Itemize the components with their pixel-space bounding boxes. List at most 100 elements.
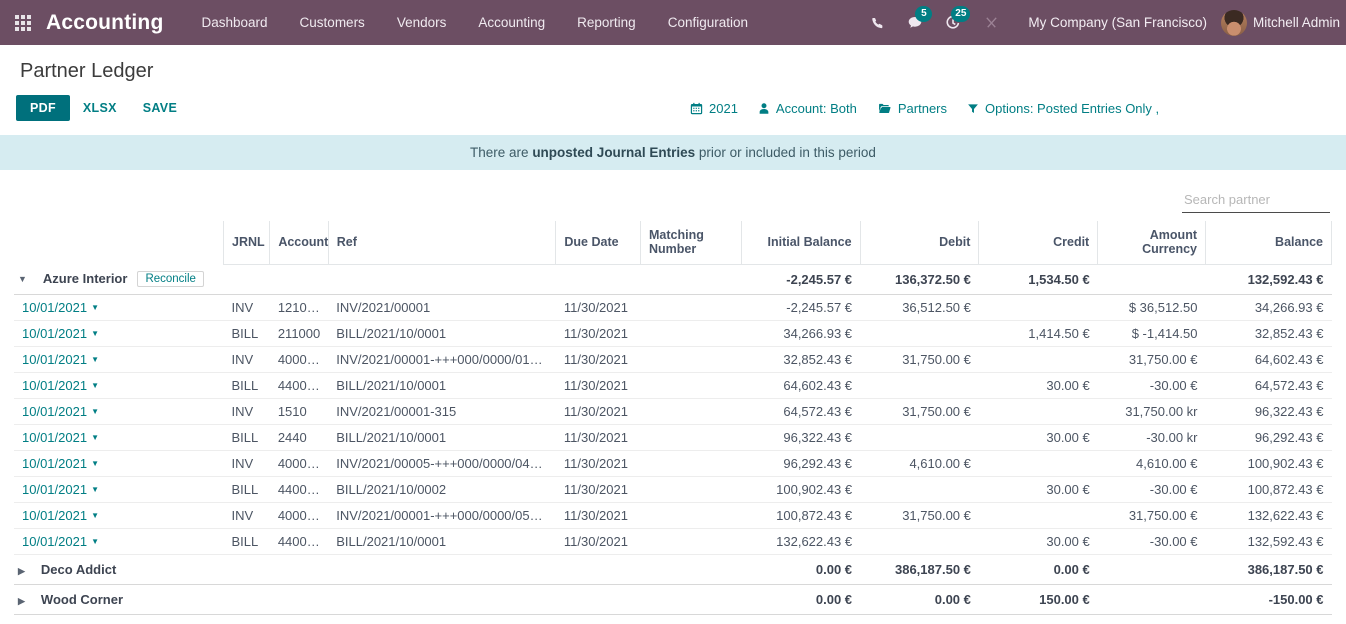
partner-name-cell[interactable]: ▶Wood Corner	[14, 585, 224, 615]
row-account: 440000	[270, 373, 328, 399]
reconcile-button[interactable]: Reconcile	[137, 271, 204, 287]
th-balance: Balance	[1206, 221, 1332, 264]
chevron-right-icon[interactable]: ▶	[18, 567, 25, 576]
move-line-date[interactable]: 10/01/2021	[22, 482, 87, 497]
partner-name-cell[interactable]: ▼Azure InteriorReconcile	[14, 264, 224, 295]
row-debit	[860, 529, 979, 555]
partner-group-row[interactable]: ▶Deco Addict0.00 €386,187.50 €0.00 €386,…	[14, 555, 1332, 585]
table-row[interactable]: 10/01/2021▼INV400000INV/2021/00001-+++00…	[14, 347, 1332, 373]
chevron-down-icon[interactable]: ▼	[91, 355, 99, 364]
table-row[interactable]: 10/01/2021▼BILL211000BILL/2021/10/000111…	[14, 321, 1332, 347]
row-balance: 96,292.43 €	[1206, 425, 1332, 451]
row-balance: 132,622.43 €	[1206, 503, 1332, 529]
table-row[interactable]: 10/01/2021▼INV400000INV/2021/00001-+++00…	[14, 503, 1332, 529]
move-line-date[interactable]: 10/01/2021	[22, 300, 87, 315]
move-line-date-cell[interactable]: 10/01/2021 ▼	[14, 399, 224, 425]
chevron-down-icon[interactable]: ▼	[91, 407, 99, 416]
move-line-date-cell[interactable]: 10/01/2021 ▼	[14, 347, 224, 373]
group-amount-currency	[1098, 615, 1206, 624]
move-line-date-cell[interactable]: 10/01/2021 ▼	[14, 477, 224, 503]
row-jrnl: BILL	[224, 529, 270, 555]
filter-bar: 2021 Account: Both Partners Options: Pos…	[690, 101, 1159, 116]
move-line-date[interactable]: 10/01/2021	[22, 404, 87, 419]
chevron-down-icon[interactable]: ▼	[91, 433, 99, 442]
menu-configuration[interactable]: Configuration	[652, 0, 764, 45]
menu-accounting[interactable]: Accounting	[462, 0, 561, 45]
chevron-down-icon[interactable]: ▼	[91, 537, 99, 546]
move-line-date-cell[interactable]: 10/01/2021 ▼	[14, 451, 224, 477]
move-line-date[interactable]: 10/01/2021	[22, 378, 87, 393]
partner-name: Wood Corner	[25, 592, 123, 607]
ledger-table-wrap: JRNL Account Ref Due Date Matching Numbe…	[0, 213, 1346, 624]
chevron-down-icon[interactable]: ▼	[91, 303, 99, 312]
menu-customers[interactable]: Customers	[284, 0, 381, 45]
table-row[interactable]: 10/01/2021▼BILL440000BILL/2021/10/000211…	[14, 477, 1332, 503]
row-account: 400000	[270, 451, 328, 477]
chevron-down-icon[interactable]: ▼	[91, 459, 99, 468]
chevron-down-icon[interactable]: ▼	[91, 381, 99, 390]
table-row[interactable]: 10/01/2021▼INV400000INV/2021/00005-+++00…	[14, 451, 1332, 477]
tools-icon[interactable]	[972, 0, 1010, 45]
menu-vendors[interactable]: Vendors	[381, 0, 463, 45]
page-title: Partner Ledger	[0, 45, 1346, 83]
filter-options[interactable]: Options: Posted Entries Only ,	[967, 101, 1159, 116]
partner-group-row[interactable]: ▶Wood Corner0.00 €0.00 €150.00 €-150.00 …	[14, 585, 1332, 615]
menu-reporting[interactable]: Reporting	[561, 0, 652, 45]
move-line-date-cell[interactable]: 10/01/2021 ▼	[14, 321, 224, 347]
partner-name-cell[interactable]: ▶Unknown Partner	[14, 615, 224, 624]
table-row[interactable]: 10/01/2021▼BILL440000BILL/2021/10/000111…	[14, 373, 1332, 399]
table-row[interactable]: 10/01/2021▼BILL2440BILL/2021/10/000111/3…	[14, 425, 1332, 451]
partner-name-cell[interactable]: ▶Deco Addict	[14, 555, 224, 585]
row-balance: 64,572.43 €	[1206, 373, 1332, 399]
chevron-down-icon[interactable]: ▼	[91, 511, 99, 520]
folder-icon	[877, 102, 892, 115]
row-credit: 30.00 €	[979, 529, 1098, 555]
user-menu[interactable]: Mitchell Admin	[1221, 10, 1346, 36]
menu-dashboard[interactable]: Dashboard	[186, 0, 284, 45]
move-line-date[interactable]: 10/01/2021	[22, 456, 87, 471]
chevron-down-icon[interactable]: ▼	[91, 329, 99, 338]
partner-group-row[interactable]: ▼Azure InteriorReconcile-2,245.57 €136,3…	[14, 264, 1332, 295]
group-account-cell	[270, 615, 328, 624]
move-line-date[interactable]: 10/01/2021	[22, 534, 87, 549]
th-account: Account	[270, 221, 328, 264]
save-button[interactable]: SAVE	[130, 95, 190, 121]
pdf-button[interactable]: PDF	[16, 95, 70, 121]
move-line-date-cell[interactable]: 10/01/2021 ▼	[14, 373, 224, 399]
phone-icon[interactable]	[858, 0, 896, 45]
chevron-down-icon[interactable]: ▼	[18, 275, 27, 284]
move-line-date[interactable]: 10/01/2021	[22, 326, 87, 341]
apps-grid-icon	[15, 15, 31, 31]
search-box[interactable]	[1182, 190, 1330, 213]
chevron-down-icon[interactable]: ▼	[91, 485, 99, 494]
chevron-right-icon[interactable]: ▶	[18, 597, 25, 606]
group-initial-balance: 0.00 €	[741, 585, 860, 615]
company-switcher[interactable]: My Company (San Francisco)	[1010, 15, 1221, 30]
apps-menu-button[interactable]	[0, 0, 46, 45]
row-credit	[979, 503, 1098, 529]
filter-date-range[interactable]: 2021	[690, 101, 738, 116]
move-line-date[interactable]: 10/01/2021	[22, 352, 87, 367]
move-line-date[interactable]: 10/01/2021	[22, 430, 87, 445]
activity-clock-icon[interactable]: 25	[934, 0, 972, 45]
move-line-date-cell[interactable]: 10/01/2021 ▼	[14, 425, 224, 451]
move-line-date-cell[interactable]: 10/01/2021 ▼	[14, 295, 224, 321]
partner-group-row[interactable]: ▶Unknown Partner0.00 €12,500.00 €12,500.…	[14, 615, 1332, 624]
group-amount-currency	[1098, 585, 1206, 615]
group-account-cell	[270, 585, 328, 615]
table-row[interactable]: 10/01/2021▼BILL440000BILL/2021/10/000111…	[14, 529, 1332, 555]
xlsx-button[interactable]: XLSX	[70, 95, 130, 121]
move-line-date-cell[interactable]: 10/01/2021 ▼	[14, 529, 224, 555]
filter-partners[interactable]: Partners	[877, 101, 947, 116]
move-line-date[interactable]: 10/01/2021	[22, 508, 87, 523]
table-row[interactable]: 10/01/2021▼INV121000INV/2021/0000111/30/…	[14, 295, 1332, 321]
th-credit: Credit	[979, 221, 1098, 264]
messages-icon[interactable]: 5	[896, 0, 934, 45]
search-input[interactable]	[1182, 191, 1346, 208]
table-row[interactable]: 10/01/2021▼INV1510INV/2021/00001-31511/3…	[14, 399, 1332, 425]
th-ref: Ref	[328, 221, 556, 264]
app-brand-accounting[interactable]: Accounting	[46, 11, 186, 35]
partner-ledger-table: JRNL Account Ref Due Date Matching Numbe…	[14, 221, 1332, 624]
filter-account-type[interactable]: Account: Both	[758, 101, 857, 116]
move-line-date-cell[interactable]: 10/01/2021 ▼	[14, 503, 224, 529]
